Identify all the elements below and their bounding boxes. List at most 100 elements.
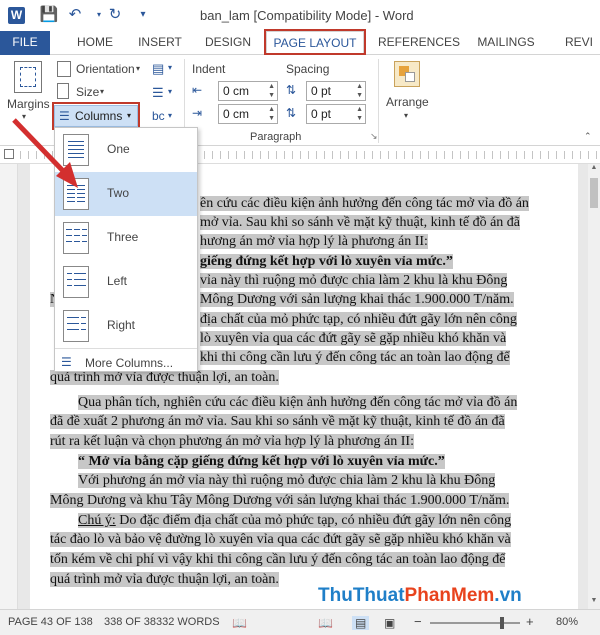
text-line: lò xuyên vỉa qua các đứt gãy sẽ gặp nhiề… xyxy=(200,331,507,346)
spacing-before-icon: ⇅ xyxy=(286,83,297,97)
spacing-after-value: 0 pt xyxy=(311,107,332,121)
text-line: Với phương án mở vỉa này thì ruộng mỏ đư… xyxy=(78,473,496,488)
undo-icon[interactable]: ↶ xyxy=(64,4,86,26)
tab-mailings[interactable]: MAILINGS xyxy=(472,31,540,55)
menu-label: Three xyxy=(107,230,139,244)
tab-design[interactable]: DESIGN xyxy=(200,31,256,55)
zoom-in-icon[interactable]: + xyxy=(526,614,534,629)
text-line: hương án mở vỉa hợp lý là phương án II: xyxy=(200,234,428,249)
arrange-dropdown-icon[interactable]: ▾ xyxy=(404,111,408,120)
arrange-button[interactable]: Arrange xyxy=(386,95,429,109)
line-numbers-dropdown-icon[interactable]: ▾ xyxy=(168,87,172,96)
spacing-before-input[interactable]: 0 pt ▲ ▼ xyxy=(306,81,366,101)
zoom-slider-thumb[interactable] xyxy=(500,617,504,629)
margins-icon[interactable] xyxy=(14,61,42,93)
columns-option-one[interactable]: One xyxy=(55,128,197,172)
title-bar: W 💾 ↶ ▾ ↻ ▾ ban_lam [Compatibility Mode]… xyxy=(0,0,600,31)
menu-separator xyxy=(55,348,197,349)
indent-right-icon: ⇥ xyxy=(192,106,203,120)
orientation-button[interactable]: Orientation xyxy=(76,62,135,76)
text-line: quá trình mở vỉa được thuận lợi, an toàn… xyxy=(50,370,279,385)
spin-arrows-icon[interactable]: ▲ ▼ xyxy=(268,105,275,123)
collapse-ribbon-icon[interactable]: ⌃ xyxy=(584,131,592,142)
indent-left-icon: ⇤ xyxy=(192,83,203,97)
print-layout-icon[interactable]: ▤ xyxy=(352,616,370,630)
spacing-after-icon: ⇅ xyxy=(286,106,297,120)
size-dropdown-icon[interactable]: ▾ xyxy=(100,87,104,96)
hyphenation-icon[interactable]: bc xyxy=(152,109,165,123)
margins-button[interactable]: Margins xyxy=(7,97,50,111)
indent-right-input[interactable]: 0 cm ▲ ▼ xyxy=(218,104,278,124)
status-bar: PAGE 43 OF 138 338 OF 38332 WORDS 📖 📖 ▤ … xyxy=(0,609,600,635)
zoom-out-icon[interactable]: − xyxy=(414,614,422,629)
tab-insert[interactable]: INSERT xyxy=(132,31,188,55)
scroll-down-icon[interactable]: ▼ xyxy=(588,597,600,609)
text-line: Do đặc điểm địa chất của mỏ phức tạp, có… xyxy=(115,513,512,528)
orientation-dropdown-icon[interactable]: ▾ xyxy=(136,64,140,73)
tab-home[interactable]: HOME xyxy=(70,31,120,55)
text-line: “ Mở vỉa bằng cặp giếng đứng kết hợp với… xyxy=(78,454,445,469)
zoom-slider[interactable] xyxy=(430,622,520,624)
proofing-icon[interactable]: 📖 xyxy=(232,616,247,630)
spacing-after-input[interactable]: 0 pt ▲ ▼ xyxy=(306,104,366,124)
page-count[interactable]: PAGE 43 OF 138 xyxy=(8,616,93,628)
paragraph-group-label: Paragraph xyxy=(250,131,302,143)
zoom-level[interactable]: 80% xyxy=(556,616,578,628)
watermark-part: Thu xyxy=(318,585,353,606)
more-columns-item[interactable]: More Columns... xyxy=(85,356,173,370)
indent-right-value: 0 cm xyxy=(223,107,250,121)
redo-icon[interactable]: ↻ xyxy=(104,4,126,26)
paragraph-3c: Mông Dương với sản lượng khai thác 1.900… xyxy=(200,290,560,309)
spin-arrows-icon[interactable]: ▲ ▼ xyxy=(356,105,363,123)
watermark-part: Thuat xyxy=(352,585,405,606)
right-column-icon xyxy=(63,310,89,342)
more-columns-icon: ☰ xyxy=(61,355,72,369)
hyphenation-dropdown-icon[interactable]: ▾ xyxy=(168,111,172,120)
indent-left-input[interactable]: 0 cm ▲ ▼ xyxy=(218,81,278,101)
vertical-scrollbar[interactable]: ▲ ▼ xyxy=(588,164,600,609)
columns-option-two[interactable]: Two xyxy=(55,172,197,216)
paragraph-3: vỉa này thì ruộng mỏ được chia làm 2 khu… xyxy=(200,271,560,290)
paragraph-8: Chú ý: Do đặc điểm địa chất của mỏ phức … xyxy=(50,511,560,530)
scroll-thumb[interactable] xyxy=(590,178,598,208)
columns-option-left[interactable]: Left xyxy=(55,260,197,304)
vertical-ruler[interactable] xyxy=(0,164,18,609)
text-line: vỉa này thì ruộng mỏ được chia làm 2 khu… xyxy=(200,273,508,288)
scroll-up-icon[interactable]: ▲ xyxy=(588,164,600,176)
paragraph-1: ên cứu các điều kiện ảnh hưởng đến công … xyxy=(200,194,560,213)
tab-review[interactable]: REVI xyxy=(558,31,600,55)
paragraph-5b: đã đề xuất 2 phương án mở vỉa. Sau khi s… xyxy=(50,412,560,431)
paragraph-dialog-launcher-icon[interactable]: ↘ xyxy=(370,131,378,142)
size-button[interactable]: Size xyxy=(76,85,99,99)
three-columns-icon xyxy=(63,222,89,254)
text-line: quá trình mở vỉa được thuận lợi, an toàn… xyxy=(50,572,279,587)
text-line: tốn kém về chi phí vì vậy khi thi công c… xyxy=(50,552,506,567)
web-layout-icon[interactable]: ▣ xyxy=(384,616,395,630)
word-count[interactable]: 338 OF 38332 WORDS xyxy=(104,616,220,628)
margins-dropdown-icon[interactable]: ▾ xyxy=(22,112,26,121)
size-icon xyxy=(57,83,69,99)
breaks-icon[interactable]: ▤ xyxy=(152,61,164,77)
paragraph-5: Qua phân tích, nghiên cứu các điều kiện … xyxy=(50,393,560,412)
breaks-dropdown-icon[interactable]: ▾ xyxy=(168,63,172,72)
columns-option-three[interactable]: Three xyxy=(55,216,197,260)
text-line: ên cứu các điều kiện ảnh hưởng đến công … xyxy=(200,196,529,211)
tab-file[interactable]: FILE xyxy=(0,31,50,55)
paragraph-1c: hương án mở vỉa hợp lý là phương án II: xyxy=(200,232,560,251)
tab-references[interactable]: REFERENCES xyxy=(378,31,460,55)
paragraph-1b: mở vỉa. Sau khi so sánh về mặt kỹ thuật,… xyxy=(200,213,560,232)
columns-highlight xyxy=(52,102,140,130)
page-layout-highlight xyxy=(264,29,366,55)
customize-qat-icon[interactable]: ▾ xyxy=(132,4,154,26)
arrange-icon[interactable] xyxy=(394,61,420,87)
read-mode-icon[interactable]: 📖 xyxy=(318,616,333,630)
spin-arrows-icon[interactable]: ▲ ▼ xyxy=(268,82,275,100)
columns-option-right[interactable]: Right xyxy=(55,304,197,348)
save-icon[interactable]: 💾 xyxy=(38,4,60,26)
tab-selector-icon[interactable] xyxy=(4,149,14,159)
line-numbers-icon[interactable]: ☰ xyxy=(152,85,164,101)
spin-arrows-icon[interactable]: ▲ ▼ xyxy=(356,82,363,100)
paragraph-2: giếng đứng kết hợp với lò xuyên vỉa mức.… xyxy=(200,252,560,271)
word-app-icon[interactable]: W xyxy=(8,7,25,24)
text-line: tác đào lò và bảo vệ đường lò xuyên vỉa … xyxy=(50,532,511,547)
